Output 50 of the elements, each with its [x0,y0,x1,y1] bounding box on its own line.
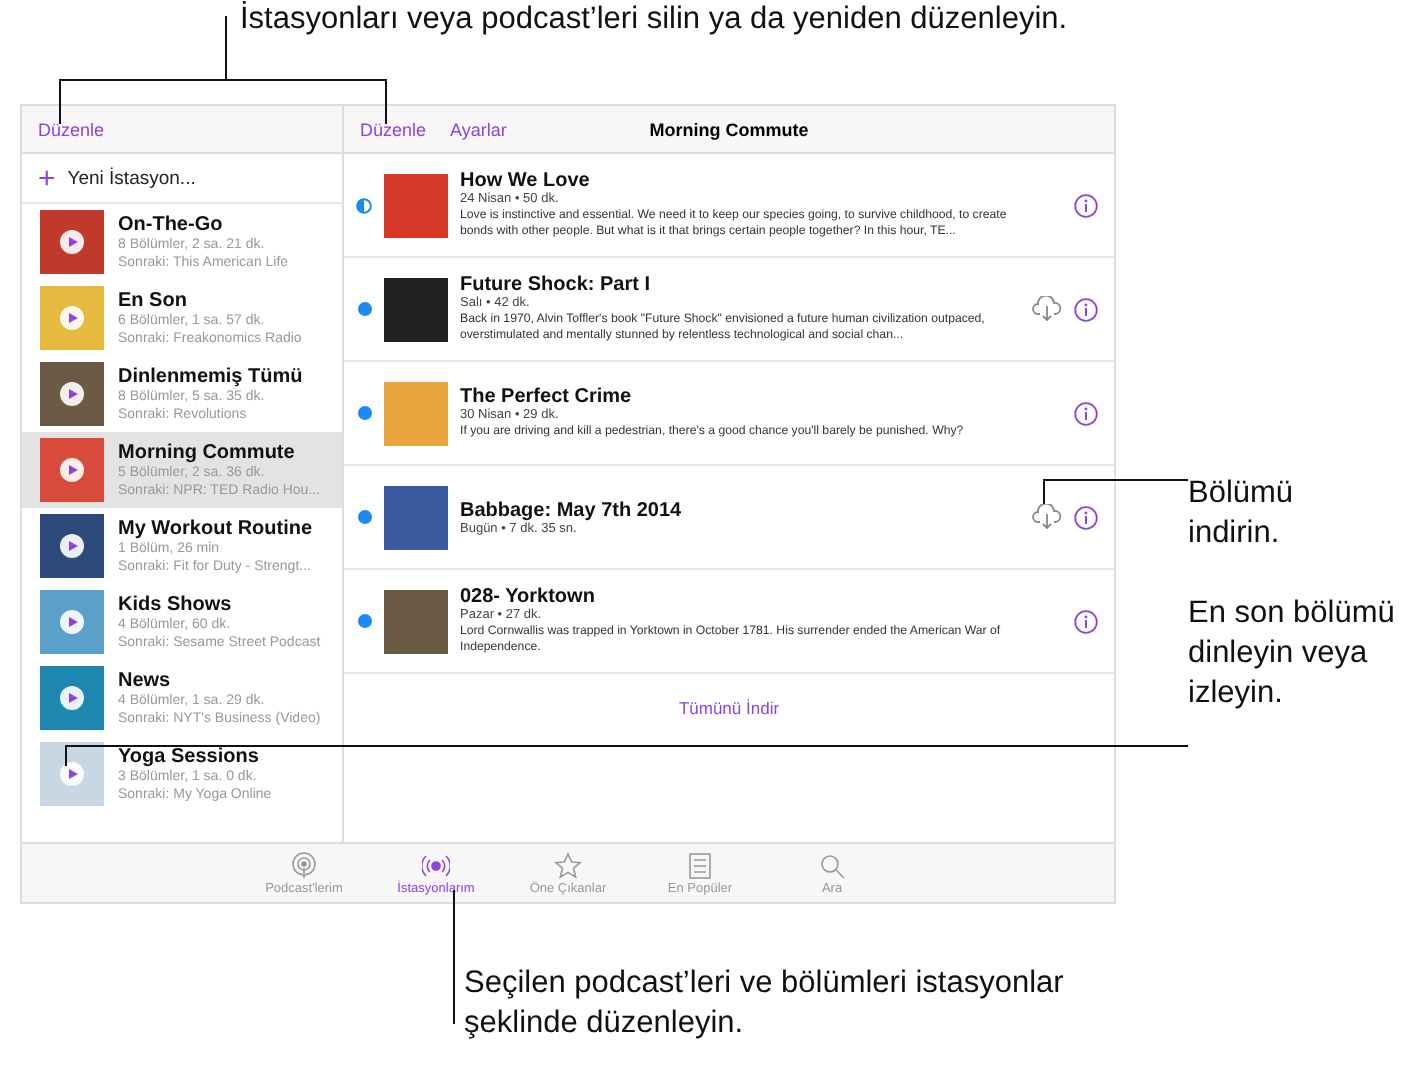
play-icon[interactable] [60,230,84,254]
station-name: Kids Shows [118,593,234,615]
artwork-placeholder [384,173,448,237]
info-icon[interactable] [1074,297,1098,321]
artwork-placeholder [384,485,448,549]
download-all-button[interactable]: Tümünü İndir [670,694,788,722]
episode-title: The Perfect Crime [460,386,634,408]
station-name: On-The-Go [118,213,225,235]
play-icon[interactable] [60,534,84,558]
artwork-placeholder [384,381,448,445]
play-icon[interactable] [60,686,84,710]
settings-link[interactable]: Ayarlar [450,119,507,139]
callout-text: Bölümü indirin. [1188,474,1296,554]
station-name: Morning Commute [118,441,297,463]
play-icon[interactable] [60,382,84,406]
edit-link[interactable]: Düzenle [360,119,427,139]
list-icon [686,851,714,879]
callout-text: İstasyonları veya podcast’leri silin ya da yeniden düzenleyin. [240,0,1068,40]
callout-text: Seçilen podcast’leri ve bölümleri istasyonlar şeklinde düzenleyin. [464,964,1064,1044]
cloud-download-icon[interactable] [1032,504,1062,530]
plus-icon: + [38,163,56,193]
station-name: My Workout Routine [118,517,313,539]
station-name: Dinlenmemiş Tümü [118,365,303,387]
play-icon[interactable] [60,306,84,330]
station-title: Morning Commute [649,119,809,139]
play-icon[interactable] [60,762,84,786]
station-name: Yoga Sessions [118,745,261,767]
star-icon [554,851,582,879]
podcast-icon [290,851,318,879]
episode-title: Future Shock: Part I [460,274,653,296]
episode-title: How We Love [460,170,592,192]
artwork-placeholder [384,277,448,341]
play-icon[interactable] [60,458,84,482]
station-name: News [118,669,173,691]
info-icon[interactable] [1074,609,1098,633]
broadcast-icon [422,851,450,879]
info-icon[interactable] [1074,193,1098,217]
play-icon[interactable] [60,610,84,634]
leader-line [453,889,455,1025]
cloud-download-icon[interactable] [1032,296,1062,322]
info-icon[interactable] [1074,505,1098,529]
info-icon[interactable] [1074,401,1098,425]
edit-link[interactable]: Düzenle [38,119,105,139]
artwork-placeholder [384,589,448,653]
callout-text: En son bölümü dinleyin veya izleyin. [1188,594,1397,714]
station-name: En Son [118,289,189,311]
new-station-label: Yeni İstasyon... [67,167,196,189]
episode-title: Babbage: May 7th 2014 [460,499,684,521]
search-icon [818,851,846,879]
episode-title: 028- Yorktown [460,586,597,608]
